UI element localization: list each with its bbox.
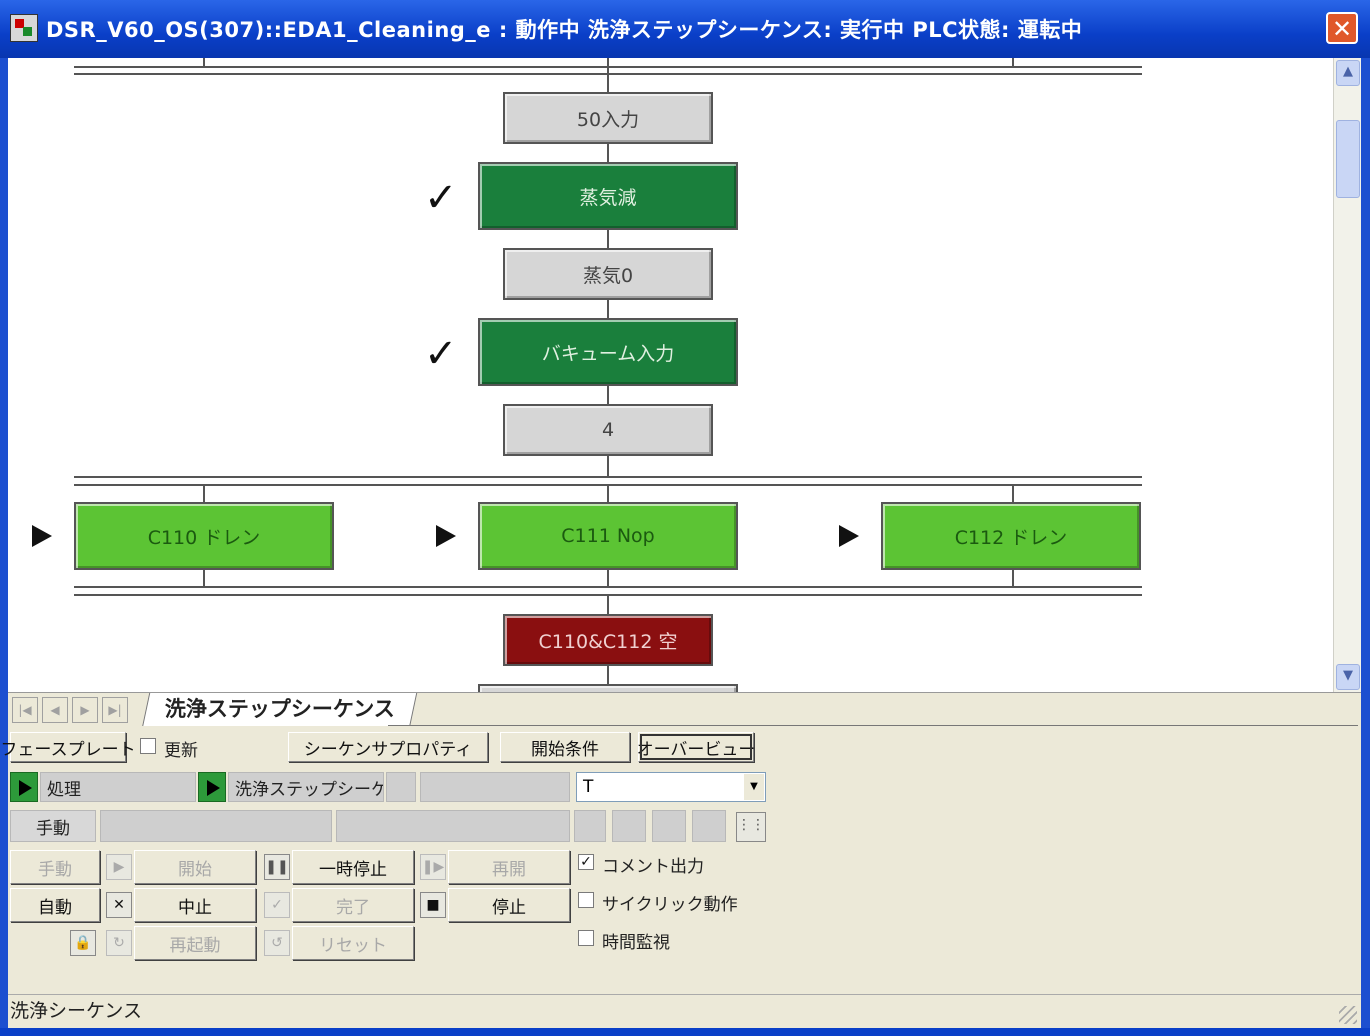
step-4[interactable]: 4 xyxy=(503,404,713,456)
sequence-properties-button[interactable]: シーケンサプロパティ xyxy=(288,732,488,762)
window-title: DSR_V60_OS(307)::EDA1_Cleaning_e : 動作中 洗… xyxy=(46,18,1083,42)
status-cell xyxy=(692,810,726,842)
lock-icon[interactable]: 🔒 xyxy=(70,930,96,956)
first-tab-icon[interactable]: |◀ xyxy=(12,697,38,723)
step-select-value: T xyxy=(583,777,594,797)
process-field: 処理 xyxy=(40,772,196,802)
time-monitor-label: 時間監視 xyxy=(602,933,670,953)
start-button[interactable]: 開始 xyxy=(134,850,256,884)
title-bar[interactable]: DSR_V60_OS(307)::EDA1_Cleaning_e : 動作中 洗… xyxy=(0,0,1370,58)
chevron-down-icon[interactable]: ▼ xyxy=(744,774,764,800)
step-vacuum-input[interactable]: バキューム入力 xyxy=(478,318,738,386)
cyclic-label: サイクリック動作 xyxy=(602,895,738,915)
comment-output-checkbox[interactable]: ✓ xyxy=(578,854,594,870)
application-window: DSR_V60_OS(307)::EDA1_Cleaning_e : 動作中 洗… xyxy=(0,0,1370,1036)
connector xyxy=(203,486,205,502)
reset-button[interactable]: リセット xyxy=(292,926,414,960)
close-button[interactable]: ✕ xyxy=(1326,12,1358,44)
control-panel: フェースプレート 更新 シーケンサプロパティ 開始条件 オーバービュー 処理 洗… xyxy=(0,726,1361,992)
complete-button[interactable]: 完了 xyxy=(292,888,414,922)
check-icon: ✓ xyxy=(424,175,458,221)
step-steam-reduce[interactable]: 蒸気減 xyxy=(478,162,738,230)
scrollbar-thumb[interactable] xyxy=(1336,120,1360,198)
reset-icon: ↺ xyxy=(264,930,290,956)
active-arrow-icon xyxy=(32,525,52,547)
grid-icon[interactable]: ⋮⋮ xyxy=(736,812,766,842)
step-next-partial[interactable] xyxy=(478,684,738,692)
window-frame xyxy=(0,1028,1370,1036)
overview-button[interactable]: オーバービュー xyxy=(637,732,755,762)
parallel-bar-3 xyxy=(74,586,1142,588)
connector xyxy=(203,570,205,586)
vertical-scrollbar[interactable]: ▲ ▼ xyxy=(1333,58,1361,692)
client-area: 50入力 ✓ 蒸気減 蒸気0 ✓ バキューム入力 4 C110 ドレン C111… xyxy=(0,58,1361,1028)
tab-label: 洗浄ステップシーケンス xyxy=(164,697,395,721)
status-cell xyxy=(574,810,606,842)
step-c110-drain[interactable]: C110 ドレン xyxy=(74,502,334,570)
stop-button[interactable]: 停止 xyxy=(448,888,570,922)
status-cell xyxy=(386,772,416,802)
status-cell xyxy=(420,772,570,802)
status-cell xyxy=(336,810,570,842)
time-monitor-checkbox[interactable] xyxy=(578,930,594,946)
auto-button[interactable]: 自動 xyxy=(10,888,100,922)
sequence-field: 洗浄ステップシーケン xyxy=(228,772,384,802)
abort-button[interactable]: 中止 xyxy=(134,888,256,922)
resume-icon: ❚▶ xyxy=(420,854,446,880)
active-arrow-icon xyxy=(839,525,859,547)
tab-bar: |◀ ◀ ▶ ▶| 洗浄ステップシーケンス xyxy=(8,692,1361,727)
connector xyxy=(203,58,205,66)
next-tab-icon[interactable]: ▶ xyxy=(72,697,98,723)
abort-icon: ✕ xyxy=(106,892,132,918)
sequence-diagram: 50入力 ✓ 蒸気減 蒸気0 ✓ バキューム入力 4 C110 ドレン C111… xyxy=(8,58,1333,692)
restart-icon: ↻ xyxy=(106,930,132,956)
scroll-up-icon[interactable]: ▲ xyxy=(1336,60,1360,86)
complete-icon: ✓ xyxy=(264,892,290,918)
faceplate-button[interactable]: フェースプレート xyxy=(0,732,136,762)
connector xyxy=(1012,570,1014,586)
pause-icon: ❚❚ xyxy=(264,854,290,880)
update-checkbox[interactable] xyxy=(140,738,156,754)
stop-icon: ■ xyxy=(420,892,446,918)
status-text: 洗浄シーケンス xyxy=(10,1000,143,1022)
play-icon xyxy=(10,772,38,802)
step-select[interactable]: T ▼ xyxy=(576,772,766,802)
step-c110-c112-empty[interactable]: C110&C112 空 xyxy=(503,614,713,666)
resume-button[interactable]: 再開 xyxy=(448,850,570,884)
previous-tab-icon[interactable]: ◀ xyxy=(42,697,68,723)
connector xyxy=(607,570,609,586)
connector xyxy=(1012,486,1014,502)
connector xyxy=(1012,58,1014,66)
connector xyxy=(607,486,609,502)
step-50-input[interactable]: 50入力 xyxy=(503,92,713,144)
check-icon: ✓ xyxy=(424,331,458,377)
play-icon xyxy=(198,772,226,802)
status-bar: 洗浄シーケンス xyxy=(8,994,1361,1028)
comment-output-label: コメント出力 xyxy=(602,857,704,877)
cyclic-checkbox[interactable] xyxy=(578,892,594,908)
pause-button[interactable]: 一時停止 xyxy=(292,850,414,884)
start-conditions-button[interactable]: 開始条件 xyxy=(500,732,630,762)
tab-cleaning-step-sequence[interactable]: 洗浄ステップシーケンス xyxy=(142,693,418,727)
last-tab-icon[interactable]: ▶| xyxy=(102,697,128,723)
resize-grip-icon[interactable] xyxy=(1339,1006,1357,1024)
update-label: 更新 xyxy=(164,741,198,761)
manual-button[interactable]: 手動 xyxy=(10,850,100,884)
app-icon[interactable] xyxy=(10,14,38,42)
active-arrow-icon xyxy=(436,525,456,547)
status-cell xyxy=(652,810,686,842)
restart-button[interactable]: 再起動 xyxy=(134,926,256,960)
mode-field: 手動 xyxy=(10,810,96,842)
step-c111-nop[interactable]: C111 Nop xyxy=(478,502,738,570)
step-steam-zero[interactable]: 蒸気0 xyxy=(503,248,713,300)
status-cell xyxy=(612,810,646,842)
scroll-down-icon[interactable]: ▼ xyxy=(1336,664,1360,690)
parallel-bar-1 xyxy=(74,476,1142,478)
step-c112-drain[interactable]: C112 ドレン xyxy=(881,502,1141,570)
status-cell xyxy=(100,810,332,842)
start-icon: ▶ xyxy=(106,854,132,880)
